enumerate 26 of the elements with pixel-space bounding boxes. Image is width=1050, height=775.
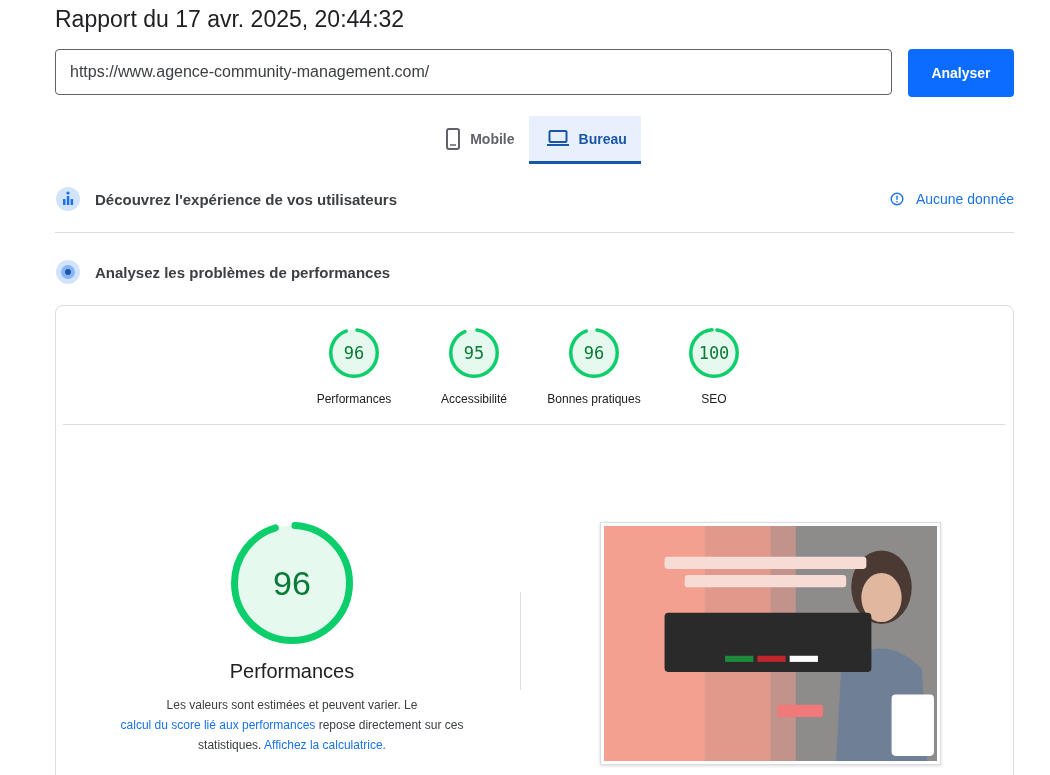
gauge-icon (55, 259, 81, 285)
link[interactable]: Affichez la calculatrice. (264, 738, 386, 752)
users-chart-icon (55, 186, 81, 212)
score-description: Les valeurs sont estimées et peuvent varier. Le calcul du score lié aux performances repose directement sur ces statistiques. Affichez la calculatrice. (119, 697, 465, 754)
category-label: Bonnes pratiques (547, 392, 641, 406)
score-value: 96 (583, 344, 605, 362)
score-value: 95 (463, 344, 485, 362)
section-title: Analysez les problèmes de performances (95, 263, 392, 281)
report-title: Rapport du 17 avr. 2025, 20:44:32 (55, 6, 406, 33)
score-value: 96 (273, 566, 311, 600)
performance-title: Performances (229, 660, 355, 683)
device-tab[interactable]: Mobile (428, 116, 529, 164)
url-field[interactable]: https://www.agence-community-management.com/ (55, 49, 892, 95)
category-label: SEO (701, 392, 727, 406)
link[interactable]: calcul du score lié aux performances (120, 718, 316, 732)
no-data-link[interactable]: Aucune donnée (889, 191, 1014, 207)
score-value: 96 (343, 344, 365, 362)
laptop-icon (546, 130, 569, 147)
device-tab[interactable]: Bureau (528, 116, 641, 164)
category-label: Accessibilité (441, 392, 507, 406)
analyze-button[interactable]: Analyser (908, 49, 1014, 97)
score-value: 100 (698, 344, 730, 362)
section-title: Découvrez l'expérience de vos utilisateurs (95, 190, 399, 208)
phone-icon (446, 127, 461, 150)
category-label: Performances (316, 392, 392, 406)
info-icon (889, 192, 904, 206)
